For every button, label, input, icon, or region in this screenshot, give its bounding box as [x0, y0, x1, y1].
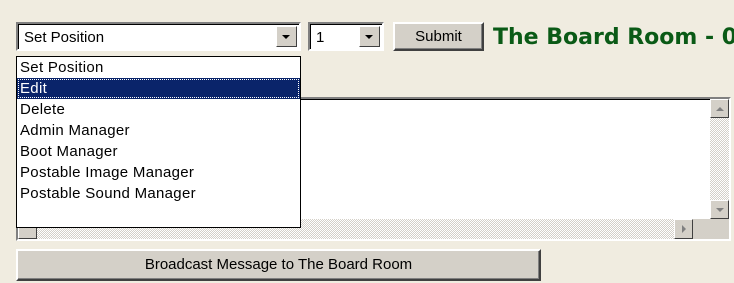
- chevron-down-icon: [282, 35, 290, 39]
- arrow-right-icon: [682, 225, 686, 233]
- dropdown-item-postable-sound-manager[interactable]: Postable Sound Manager: [17, 183, 300, 204]
- dropdown-item-postable-image-manager[interactable]: Postable Image Manager: [17, 162, 300, 183]
- number-select-value: 1: [316, 29, 325, 46]
- action-select-value: Set Position: [24, 29, 105, 46]
- dropdown-item-edit[interactable]: Edit: [17, 78, 300, 99]
- scrollbar-corner: [693, 219, 729, 239]
- vertical-scrollbar[interactable]: [710, 99, 729, 219]
- action-select-dropdown-button[interactable]: [276, 26, 297, 47]
- action-select[interactable]: Set Position: [16, 22, 301, 51]
- dropdown-item-boot-manager[interactable]: Boot Manager: [17, 141, 300, 162]
- action-dropdown-list[interactable]: Set Position Edit Delete Admin Manager B…: [16, 56, 301, 228]
- scroll-down-button[interactable]: [710, 200, 729, 219]
- number-select[interactable]: 1: [308, 22, 384, 51]
- scroll-right-button[interactable]: [674, 219, 693, 239]
- scroll-up-button[interactable]: [710, 99, 729, 118]
- number-select-dropdown-button[interactable]: [359, 26, 380, 47]
- arrow-up-icon: [716, 107, 724, 111]
- arrow-down-icon: [716, 208, 724, 212]
- dropdown-item-delete[interactable]: Delete: [17, 99, 300, 120]
- submit-button[interactable]: Submit: [393, 22, 484, 51]
- dropdown-item-set-position[interactable]: Set Position: [17, 57, 300, 78]
- dropdown-item-admin-manager[interactable]: Admin Manager: [17, 120, 300, 141]
- chevron-down-icon: [365, 35, 373, 39]
- room-title: The Board Room - 0: [493, 25, 734, 50]
- broadcast-message-button[interactable]: Broadcast Message to The Board Room: [16, 249, 541, 281]
